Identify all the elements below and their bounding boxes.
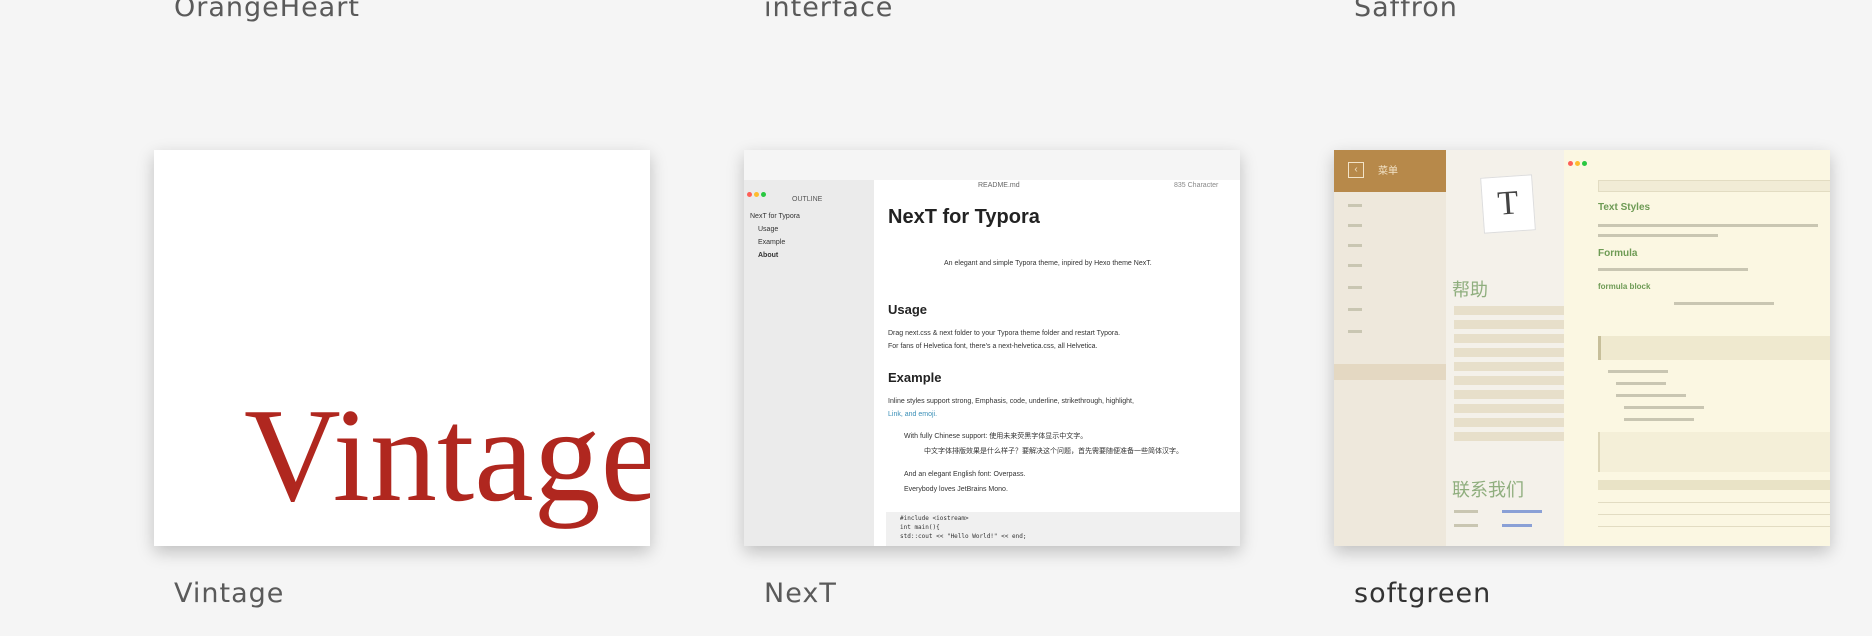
code-block: #include <iostream> int main(){ std::cou…: [886, 512, 1240, 546]
code-line: #include <iostream>: [900, 515, 969, 522]
code-line: std::cout << "Hello World!" << end;: [900, 533, 1027, 540]
window-file-name: README.md: [978, 182, 1020, 189]
outline-item[interactable]: Usage: [758, 226, 778, 233]
theme-card-next[interactable]: OUTLINE NexT for Typora Usage Example Ab…: [744, 150, 1240, 546]
theme-label-softgreen[interactable]: softgreen: [1354, 578, 1491, 609]
softgreen-help-pane: T 帮助 联系我们: [1446, 150, 1564, 546]
window-controls: [1568, 153, 1589, 171]
example-line: Inline styles support strong, Emphasis, …: [888, 398, 1134, 405]
usage-line: For fans of Helvetica font, there's a ne…: [888, 343, 1098, 350]
table-header: [1598, 480, 1830, 490]
vintage-preview-word: Vintage: [244, 381, 650, 529]
table-row: [1598, 516, 1830, 527]
next-document: README.md 835 Character NexT for Typora …: [874, 180, 1240, 546]
next-window: OUTLINE NexT for Typora Usage Example Ab…: [744, 180, 1240, 546]
usage-line: Drag next.css & next folder to your Typo…: [888, 330, 1121, 337]
doc-title: NexT for Typora: [888, 206, 1040, 228]
sidebar-selected-item[interactable]: [1334, 364, 1446, 380]
help-heading: 帮助: [1452, 280, 1488, 301]
formula-heading: Formula: [1598, 248, 1638, 259]
code-line: int main(){: [900, 524, 940, 531]
blockquote: [1598, 336, 1830, 360]
table-row: [1598, 492, 1830, 503]
bullet-item: And an elegant English font: Overpass.: [904, 471, 1026, 478]
outline-item[interactable]: Example: [758, 239, 785, 246]
bullet-item: Everybody loves JetBrains Mono.: [904, 486, 1008, 493]
character-count: 835 Character: [1174, 182, 1219, 189]
softgreen-sidebar: ‹ 菜单: [1334, 150, 1446, 546]
theme-label-vintage[interactable]: Vintage: [174, 578, 284, 609]
app-logo: T: [1480, 174, 1536, 234]
formula-block-heading: formula block: [1598, 282, 1651, 291]
theme-label-next[interactable]: NexT: [764, 578, 837, 609]
next-outline-sidebar: OUTLINE NexT for Typora Usage Example Ab…: [744, 180, 874, 546]
outline-item[interactable]: NexT for Typora: [750, 213, 800, 220]
doc-tagline: An elegant and simple Typora theme, inpi…: [944, 260, 1152, 267]
theme-label-saffron[interactable]: Saffron: [1354, 0, 1458, 23]
chevron-left-icon[interactable]: ‹: [1348, 162, 1364, 178]
outline-label: OUTLINE: [792, 196, 823, 203]
outline-item[interactable]: About: [758, 252, 778, 259]
theme-label-orangeheart[interactable]: OrangeHeart: [174, 0, 360, 23]
search-input[interactable]: [1598, 180, 1830, 192]
theme-card-vintage[interactable]: Vintage: [154, 150, 650, 546]
window-controls: [747, 184, 768, 202]
menu-label: 菜单: [1378, 166, 1398, 177]
example-line: Link, and emoji.: [888, 411, 938, 418]
softgreen-editor: Text Styles Formula formula block: [1564, 150, 1830, 546]
example-heading: Example: [888, 370, 942, 385]
contact-heading: 联系我们: [1452, 480, 1524, 501]
softgreen-sidebar-header: ‹ 菜单: [1334, 150, 1446, 192]
usage-heading: Usage: [888, 302, 928, 317]
bullet-subitem: 中文字体排版效果是什么样子？要解决这个问题，首先需要随便准备一些简体汉字。: [924, 448, 1183, 455]
theme-label-interface[interactable]: interface: [764, 0, 893, 23]
bullet-item: With fully Chinese support: 使用未来荧黑字体显示中文…: [904, 433, 1088, 440]
theme-card-softgreen[interactable]: ‹ 菜单 T 帮助 联系我们 Text Styles Formula formu…: [1334, 150, 1830, 546]
text-styles-heading: Text Styles: [1598, 202, 1651, 213]
table-row: [1598, 504, 1830, 515]
code-block: [1598, 432, 1830, 472]
